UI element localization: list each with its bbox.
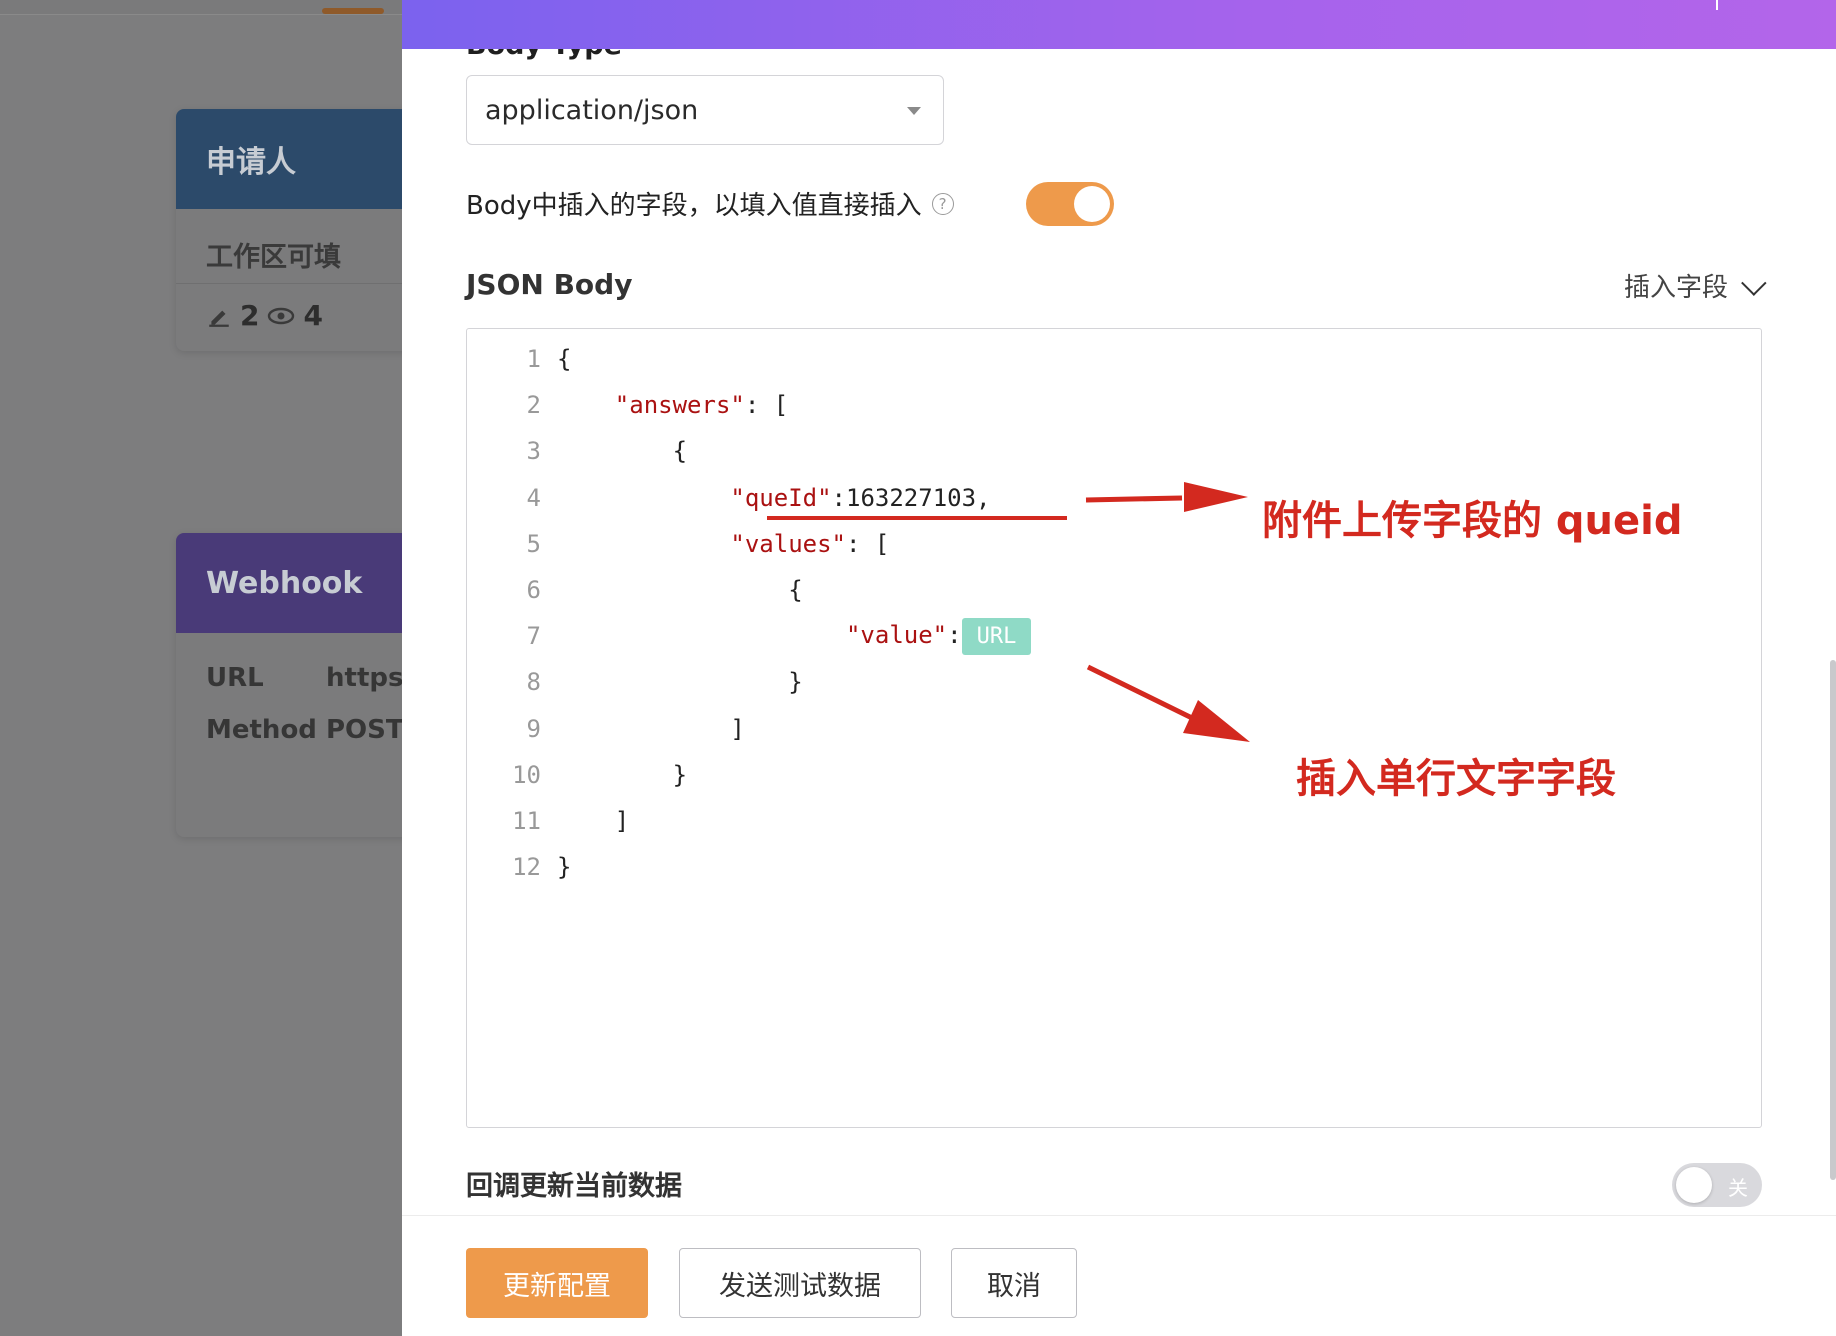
code-text: ] [557, 807, 630, 835]
code-line: 6 { [467, 567, 1757, 613]
body-type-select[interactable]: application/json [466, 75, 944, 145]
line-number: 9 [526, 714, 541, 743]
line-number: 8 [526, 668, 541, 697]
chevron-down-icon [1741, 269, 1767, 296]
code-line: 11 ] [467, 798, 1757, 844]
insert-direct-row: Body中插入的字段，以填入值直接插入 ? [466, 185, 954, 222]
edit-count: 2 [240, 299, 260, 332]
code-text: "queId":163227103, [730, 483, 991, 512]
body-type-value: application/json [485, 94, 699, 126]
code-text: { [557, 437, 688, 466]
json-key: "value" [845, 620, 948, 649]
callback-update-toggle[interactable]: 关 [1672, 1163, 1762, 1207]
line-number: 3 [526, 437, 541, 466]
flow-node-stats: 2 4 [206, 299, 323, 332]
background-canvas: 申请人 工作区可填 2 4 Webhook URL https: Method … [0, 0, 402, 1336]
flow-node-subtitle: 工作区可填 [206, 242, 341, 273]
json-key: "values" [730, 529, 846, 558]
divider [176, 283, 402, 284]
send-test-data-button[interactable]: 发送测试数据 [679, 1248, 921, 1318]
webhook-method-value: POST [326, 715, 402, 745]
help-icon[interactable]: ? [931, 192, 954, 215]
background-tab-indicator [322, 8, 384, 14]
annotation-queid: 附件上传字段的 queid [1262, 498, 1683, 544]
inserted-field-chip[interactable]: URL [961, 617, 1032, 655]
json-body-label: JSON Body [466, 268, 633, 301]
code-text: "value": URL [557, 617, 1032, 655]
toggle-off-text: 关 [1728, 1176, 1748, 1200]
view-count: 4 [303, 299, 323, 332]
code-text: "values": [ [730, 529, 890, 558]
webhook-method-key: Method [206, 715, 317, 745]
code-line: 8 } [467, 659, 1757, 705]
webhook-config-drawer: Body Type application/json Body中插入的字段，以填… [402, 0, 1836, 1336]
insert-direct-toggle[interactable] [1026, 182, 1114, 226]
flow-node-applicant[interactable]: 申请人 工作区可填 2 4 [176, 109, 402, 351]
flow-node-webhook[interactable]: Webhook URL https: Method POST [176, 533, 402, 837]
eye-icon [268, 307, 295, 324]
header-divider [1716, 0, 1718, 10]
code-line: 1{ [467, 336, 1757, 382]
queid-underline [767, 516, 1067, 520]
code-line: 3 { [467, 428, 1757, 474]
json-body-editor[interactable]: 1{2 "answers": [3 {4 "queId":163227103, 5… [466, 328, 1762, 1128]
toggle-knob [1074, 186, 1110, 222]
flow-node-title: Webhook [176, 533, 402, 633]
code-line: 9 ] [467, 706, 1757, 752]
cancel-button[interactable]: 取消 [951, 1248, 1077, 1318]
insert-field-label: 插入字段 [1623, 273, 1728, 303]
code-text: } [557, 760, 688, 789]
webhook-url-row: URL https: [206, 663, 402, 693]
webhook-method-row: Method POST [206, 715, 402, 745]
caret-down-icon [907, 107, 921, 115]
code-line: 7 "value": URL [467, 613, 1757, 659]
drawer-scrollbar[interactable] [1830, 660, 1836, 1180]
annotation-text-field: 插入单行文字字段 [1296, 756, 1616, 802]
json-key: "answers" [614, 391, 745, 420]
toggle-knob [1676, 1167, 1712, 1203]
code-text: { [557, 345, 572, 373]
line-number: 4 [526, 483, 541, 512]
insert-field-dropdown[interactable]: 插入字段 [1623, 267, 1767, 304]
code-text: } [557, 668, 803, 697]
line-number: 2 [526, 391, 541, 420]
insert-direct-label: Body中插入的字段，以填入值直接插入 [466, 191, 922, 221]
drawer-header [402, 0, 1836, 49]
flow-node-title: 申请人 [176, 109, 402, 209]
callback-update-label: 回调更新当前数据 [466, 1171, 682, 1202]
code-line: 12} [467, 844, 1757, 890]
code-text: { [557, 576, 803, 604]
line-number: 12 [512, 853, 541, 882]
line-number: 7 [526, 622, 541, 651]
webhook-url-value: https: [326, 663, 402, 693]
edit-icon [209, 310, 229, 327]
code-text: "answers": [ [614, 391, 789, 420]
line-number: 5 [526, 529, 541, 558]
code-text: } [557, 853, 572, 882]
line-number: 1 [526, 345, 541, 373]
update-config-button[interactable]: 更新配置 [466, 1248, 648, 1318]
line-number: 11 [512, 807, 541, 835]
webhook-url-key: URL [206, 663, 264, 693]
json-key: "queId" [730, 483, 832, 512]
code-line: 2 "answers": [ [467, 382, 1757, 428]
code-text: ] [557, 714, 745, 743]
line-number: 10 [512, 760, 541, 789]
drawer-footer: 更新配置 发送测试数据 取消 [402, 1215, 1836, 1336]
line-number: 6 [526, 576, 541, 604]
